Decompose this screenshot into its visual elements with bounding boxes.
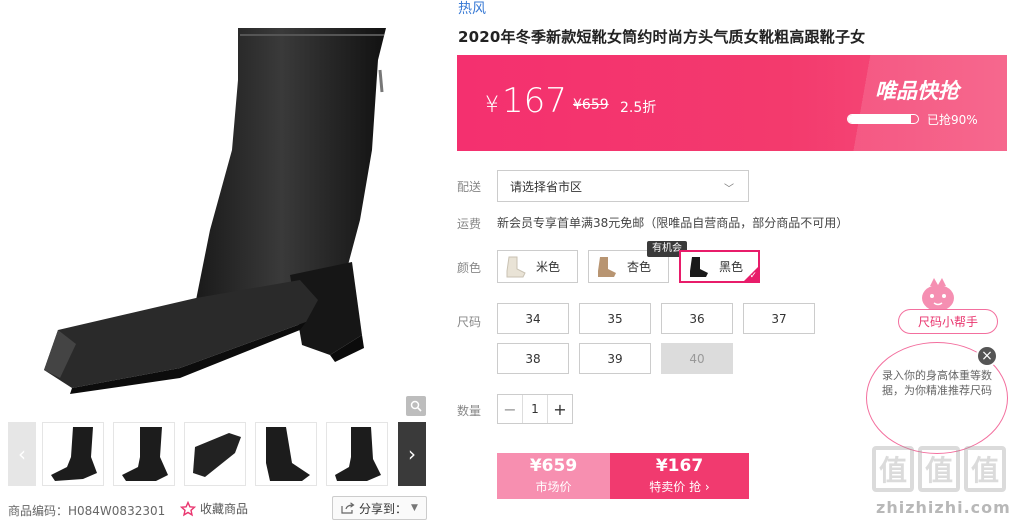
shipping-region-select[interactable]: 请选择省市区 ﹀ <box>497 170 749 202</box>
chevron-down-icon: ▼ <box>411 503 418 513</box>
color-option-beige[interactable]: 米色 <box>497 250 578 283</box>
minus-icon[interactable]: − <box>498 395 522 423</box>
flash-sale-progress <box>847 114 919 124</box>
watermark-url: zhizhizhi.com <box>876 498 1011 517</box>
watermark-glyph: 值 <box>872 446 914 492</box>
product-title: 2020年冬季新款短靴女筒约时尚方头气质女靴粗高跟靴子女 <box>458 28 866 46</box>
thumbnail-4[interactable] <box>255 422 317 486</box>
fee-text: 新会员专享首单满38元免邮（限唯品自营商品，部分商品不可用） <box>497 216 849 230</box>
main-product-image[interactable] <box>0 0 430 418</box>
color-label: 颜色 <box>457 261 482 275</box>
quantity-value[interactable]: 1 <box>522 395 548 423</box>
mascot-icon[interactable] <box>916 276 960 312</box>
size-option-40: 40 <box>661 343 733 374</box>
watermark-glyph: 值 <box>918 446 960 492</box>
flash-sale-title: 唯品快抢 <box>875 79 959 103</box>
share-icon <box>341 502 355 514</box>
plus-icon[interactable]: + <box>548 395 572 423</box>
size-option-34[interactable]: 34 <box>497 303 569 334</box>
thumbnail-2[interactable] <box>113 422 175 486</box>
favorite-label: 收藏商品 <box>200 502 249 516</box>
star-icon <box>180 500 196 516</box>
thumbnail-5[interactable] <box>326 422 388 486</box>
color-option-label: 杏色 <box>627 260 652 274</box>
quantity-label: 数量 <box>457 404 482 418</box>
color-option-label: 黑色 <box>719 260 744 274</box>
original-price: ¥659 <box>573 97 609 113</box>
price-banner: ¥167 ¥659 2.5折 唯品快抢 已抢90% <box>457 55 1007 151</box>
size-option-35[interactable]: 35 <box>579 303 651 334</box>
size-option-37[interactable]: 37 <box>743 303 815 334</box>
size-option-39[interactable]: 39 <box>579 343 651 374</box>
zoom-icon[interactable] <box>406 396 426 416</box>
color-option-black[interactable]: 黑色 ✓ <box>679 250 760 283</box>
buy-now-button[interactable]: ¥167 特卖价 抢 › <box>610 453 749 499</box>
close-icon[interactable]: × <box>976 345 998 367</box>
quantity-stepper: − 1 + <box>497 394 573 424</box>
product-code: 商品编码：H084W0832301 <box>8 504 166 518</box>
shipping-label: 配送 <box>457 180 482 194</box>
watermark-logo: 值 值 值 <box>872 446 1012 494</box>
color-swatch-black <box>683 253 713 281</box>
size-helper-text: 录入你的身高体重等数据，为你精准推荐尺码 <box>882 369 992 397</box>
favorite-button[interactable]: 收藏商品 <box>180 500 248 517</box>
thumbnail-3[interactable] <box>184 422 246 486</box>
share-label: 分享到： <box>359 501 408 516</box>
share-button[interactable]: 分享到： ▼ <box>332 496 427 520</box>
buy-now-label: 特卖价 抢 › <box>649 480 710 494</box>
brand-link[interactable]: 热风 <box>458 0 486 18</box>
current-price: ¥167 <box>485 81 567 121</box>
special-price: ¥167 <box>655 456 704 476</box>
watermark-glyph: 值 <box>964 446 1006 492</box>
color-swatch-beige <box>500 253 530 281</box>
thumbnail-1[interactable] <box>42 422 104 486</box>
thumbnail-next-button[interactable]: › <box>398 422 426 486</box>
size-option-38[interactable]: 38 <box>497 343 569 374</box>
color-option-label: 米色 <box>536 260 561 274</box>
shipping-region-value: 请选择省市区 <box>510 179 583 194</box>
size-label: 尺码 <box>457 315 482 329</box>
check-icon: ✓ <box>749 271 757 281</box>
chevron-right-icon: › <box>408 442 416 466</box>
discount-label: 2.5折 <box>620 100 657 116</box>
size-helper-button[interactable]: 尺码小帮手 <box>898 309 998 334</box>
flash-sale-progress-fill <box>848 115 911 123</box>
fee-label: 运费 <box>457 217 482 231</box>
market-price-label: 市场价 <box>535 480 572 494</box>
chevron-left-icon: ‹ <box>18 442 26 466</box>
market-price-block: ¥659 市场价 <box>497 453 610 499</box>
size-option-36[interactable]: 36 <box>661 303 733 334</box>
chevron-down-icon: ﹀ <box>724 184 734 195</box>
market-price: ¥659 <box>529 456 578 476</box>
color-swatch-apricot <box>591 253 621 281</box>
flash-sale-progress-text: 已抢90% <box>927 113 978 127</box>
thumbnail-prev-button[interactable]: ‹ <box>8 422 36 486</box>
